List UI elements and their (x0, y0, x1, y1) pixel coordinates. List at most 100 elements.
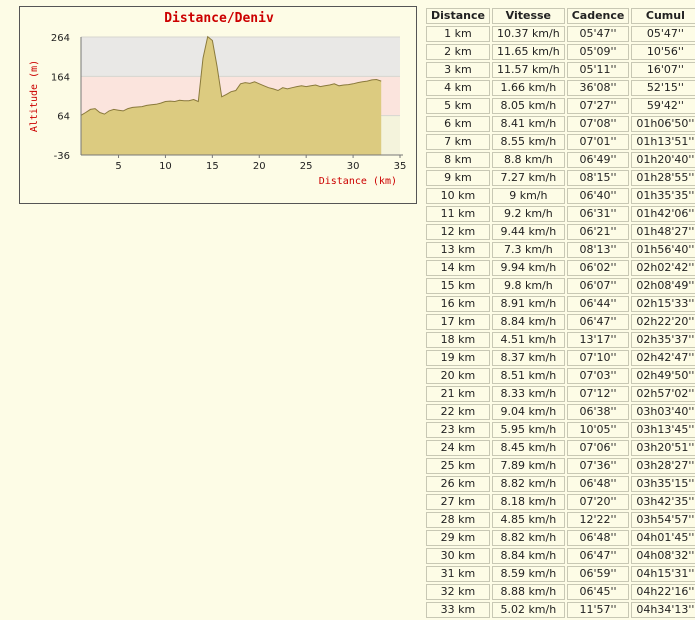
elevation-chart: -36 64 164 264 5 10 15 20 25 30 35 Distance/Deniv Di… (19, 6, 417, 204)
cell-cadence: 07'01'' (566, 134, 630, 150)
cell-cumul: 03h13'45'' (631, 422, 695, 438)
cell-cadence: 11'57'' (566, 602, 630, 618)
x-tick-label: 10 (159, 161, 172, 172)
cell-distance: 8 km (426, 152, 490, 168)
cell-vitesse: 8.05 km/h (491, 98, 565, 114)
cell-cadence: 06'48'' (566, 476, 630, 492)
cell-cumul: 04h34'13'' (631, 602, 695, 618)
cell-cadence: 06'07'' (566, 278, 630, 294)
cell-distance: 3 km (426, 62, 490, 78)
cell-cumul: 03h28'27'' (631, 458, 695, 474)
cell-cumul: 02h42'47'' (631, 350, 695, 366)
cell-vitesse: 4.85 km/h (491, 512, 565, 528)
cell-distance: 14 km (426, 260, 490, 276)
cell-cadence: 06'31'' (566, 206, 630, 222)
cell-vitesse: 8.51 km/h (491, 368, 565, 384)
table-row: 29 km 8.82 km/h 06'48'' 04h01'45'' (426, 530, 695, 546)
cell-cumul: 01h48'27'' (631, 224, 695, 240)
cell-vitesse: 8.84 km/h (491, 314, 565, 330)
cell-vitesse: 9.2 km/h (491, 206, 565, 222)
cell-distance: 23 km (426, 422, 490, 438)
y-tick-label: 264 (51, 33, 70, 44)
cell-cadence: 06'48'' (566, 530, 630, 546)
cell-distance: 20 km (426, 368, 490, 384)
cell-distance: 31 km (426, 566, 490, 582)
cell-cadence: 08'13'' (566, 242, 630, 258)
table-header-row: Distance Vitesse Cadence Cumul (426, 8, 695, 24)
x-tick-label: 5 (115, 161, 121, 172)
table-row: 30 km 8.84 km/h 06'47'' 04h08'32'' (426, 548, 695, 564)
cell-cumul: 16'07'' (631, 62, 695, 78)
cell-cadence: 07'20'' (566, 494, 630, 510)
cell-cumul: 02h49'50'' (631, 368, 695, 384)
cell-cadence: 06'59'' (566, 566, 630, 582)
cell-cadence: 07'36'' (566, 458, 630, 474)
x-tick-label: 15 (206, 161, 219, 172)
cell-vitesse: 8.82 km/h (491, 530, 565, 546)
cell-cumul: 01h13'51'' (631, 134, 695, 150)
cell-cumul: 01h35'35'' (631, 188, 695, 204)
header-vitesse: Vitesse (491, 8, 565, 24)
cell-vitesse: 8.33 km/h (491, 386, 565, 402)
cell-cadence: 06'49'' (566, 152, 630, 168)
cell-vitesse: 8.84 km/h (491, 548, 565, 564)
cell-cadence: 07'06'' (566, 440, 630, 456)
cell-distance: 4 km (426, 80, 490, 96)
cell-vitesse: 8.37 km/h (491, 350, 565, 366)
cell-vitesse: 9.04 km/h (491, 404, 565, 420)
cell-cadence: 06'45'' (566, 584, 630, 600)
cell-cumul: 10'56'' (631, 44, 695, 60)
cell-distance: 1 km (426, 26, 490, 42)
cell-distance: 6 km (426, 116, 490, 132)
cell-distance: 33 km (426, 602, 490, 618)
cell-cumul: 03h54'57'' (631, 512, 695, 528)
cell-cadence: 06'02'' (566, 260, 630, 276)
cell-vitesse: 8.55 km/h (491, 134, 565, 150)
table-row: 13 km 7.3 km/h 08'13'' 01h56'40'' (426, 242, 695, 258)
cell-distance: 7 km (426, 134, 490, 150)
cell-vitesse: 8.88 km/h (491, 584, 565, 600)
cell-distance: 5 km (426, 98, 490, 114)
cell-vitesse: 5.95 km/h (491, 422, 565, 438)
table-row: 8 km 8.8 km/h 06'49'' 01h20'40'' (426, 152, 695, 168)
header-distance: Distance (426, 8, 490, 24)
cell-cumul: 01h56'40'' (631, 242, 695, 258)
cell-distance: 17 km (426, 314, 490, 330)
table-row: 31 km 8.59 km/h 06'59'' 04h15'31'' (426, 566, 695, 582)
table-row: 33 km 5.02 km/h 11'57'' 04h34'13'' (426, 602, 695, 618)
cell-distance: 16 km (426, 296, 490, 312)
cell-cumul: 01h20'40'' (631, 152, 695, 168)
cell-distance: 21 km (426, 386, 490, 402)
cell-cadence: 08'15'' (566, 170, 630, 186)
cell-distance: 10 km (426, 188, 490, 204)
cell-cadence: 07'12'' (566, 386, 630, 402)
cell-distance: 28 km (426, 512, 490, 528)
table-row: 7 km 8.55 km/h 07'01'' 01h13'51'' (426, 134, 695, 150)
cell-distance: 15 km (426, 278, 490, 294)
cell-distance: 19 km (426, 350, 490, 366)
cell-cumul: 04h01'45'' (631, 530, 695, 546)
table-row: 28 km 4.85 km/h 12'22'' 03h54'57'' (426, 512, 695, 528)
x-tick-label: 20 (253, 161, 266, 172)
table-row: 2 km 11.65 km/h 05'09'' 10'56'' (426, 44, 695, 60)
cell-cadence: 07'10'' (566, 350, 630, 366)
table-row: 11 km 9.2 km/h 06'31'' 01h42'06'' (426, 206, 695, 222)
cell-cumul: 01h28'55'' (631, 170, 695, 186)
table-body: 1 km 10.37 km/h 05'47'' 05'47'' 2 km 11.65 km… (426, 26, 695, 618)
y-tick-label: 64 (57, 112, 70, 123)
cell-cumul: 03h42'35'' (631, 494, 695, 510)
cell-cumul: 04h08'32'' (631, 548, 695, 564)
cell-cadence: 06'21'' (566, 224, 630, 240)
splits-table: Distance Vitesse Cadence Cumul 1 km 10.37… (424, 6, 695, 620)
cell-cadence: 06'38'' (566, 404, 630, 420)
cell-distance: 11 km (426, 206, 490, 222)
table-row: 26 km 8.82 km/h 06'48'' 03h35'15'' (426, 476, 695, 492)
cell-vitesse: 7.27 km/h (491, 170, 565, 186)
cell-cumul: 04h15'31'' (631, 566, 695, 582)
x-tick-label: 25 (300, 161, 313, 172)
cell-cadence: 06'40'' (566, 188, 630, 204)
cell-vitesse: 8.18 km/h (491, 494, 565, 510)
cell-cadence: 07'27'' (566, 98, 630, 114)
x-axis-label: Distance (km) (319, 176, 397, 187)
cell-cumul: 52'15'' (631, 80, 695, 96)
